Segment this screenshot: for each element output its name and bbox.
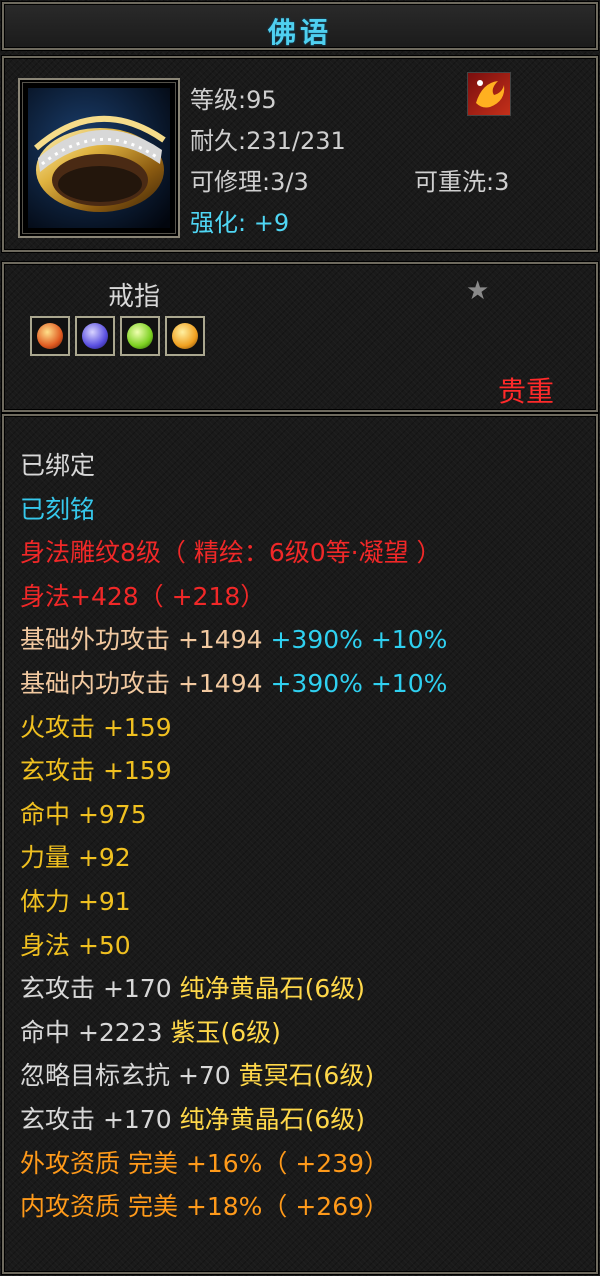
gem-slots xyxy=(30,316,205,356)
inner-attack-pct: +390% xyxy=(262,668,363,698)
stat-line: 火攻击 +159 xyxy=(20,712,172,742)
enhance-stat: 强化: +9 xyxy=(190,209,290,237)
phoenix-badge-icon xyxy=(467,72,511,116)
gem-stat: 玄攻击 +170 xyxy=(20,974,180,1004)
gem-name: 纯净黄晶石(6级) xyxy=(179,1104,365,1134)
gem-name: 黄冥石(6级) xyxy=(238,1061,375,1091)
item-title: 佛语 xyxy=(267,16,332,49)
gem-stat: 命中 +2223 xyxy=(20,1017,171,1047)
agility-total-line: 身法+428（ +218） xyxy=(20,581,266,611)
rewash-stat: 可重洗:3 xyxy=(414,168,510,196)
gem-stat-line: 玄攻击 +170 纯净黄晶石(6级) xyxy=(20,967,447,1011)
outer-attack-line: 基础外功攻击 +1494 +390% +10% xyxy=(20,618,447,662)
item-tooltip: 佛语 等级:95 耐久:231/231 可修理:3/3 可重洗:3 强化: +9… xyxy=(0,0,600,1276)
gem-stat-line: 玄攻击 +170 纯净黄晶石(6级) xyxy=(20,1098,447,1142)
item-type-panel: 戒指 ★ 贵重 xyxy=(2,262,598,412)
golden-ring-icon xyxy=(18,78,180,238)
gem-slot-1[interactable] xyxy=(30,316,70,356)
gem-slot-3[interactable] xyxy=(120,316,160,356)
gem-stat-line: 命中 +2223 紫玉(6级) xyxy=(20,1011,447,1055)
engraved-status: 已刻铭 xyxy=(20,494,96,524)
bound-status: 已绑定 xyxy=(20,451,96,480)
gem-slot-2[interactable] xyxy=(75,316,115,356)
stat-line: 玄攻击 +159 xyxy=(20,756,172,786)
item-type-label: 戒指 xyxy=(108,282,161,312)
attributes-panel: 已绑定 已刻铭 身法雕纹8级（ 精绘：6级0等·凝望 ） 身法+428（ +21… xyxy=(2,414,598,1274)
outer-attack-label: 基础外功攻击 +1494 xyxy=(20,625,263,655)
aptitude-line: 内攻资质 完美 +18%（ +269） xyxy=(20,1192,390,1222)
stat-line: 力量 +92 xyxy=(20,843,131,873)
carving-line: 身法雕纹8级（ 精绘：6级0等·凝望 ） xyxy=(20,538,442,568)
rarity-label: 贵重 xyxy=(498,375,555,408)
aptitude-line: 外攻资质 完美 +16%（ +239） xyxy=(20,1148,390,1178)
gem-name: 纯净黄晶石(6级) xyxy=(179,974,365,1004)
inner-attack-line: 基础内功攻击 +1494 +390% +10% xyxy=(20,662,447,706)
item-summary-panel: 等级:95 耐久:231/231 可修理:3/3 可重洗:3 强化: +9 xyxy=(2,56,598,252)
attribute-list: 已绑定 已刻铭 身法雕纹8级（ 精绘：6级0等·凝望 ） 身法+428（ +21… xyxy=(20,444,447,1229)
outer-attack-pct: +390% xyxy=(262,625,363,655)
gem-stat: 忽略目标玄抗 +70 xyxy=(20,1061,239,1091)
outer-attack-extra: +10% xyxy=(362,625,448,655)
gem-name: 紫玉(6级) xyxy=(170,1017,281,1047)
stat-line: 身法 +50 xyxy=(20,930,131,960)
level-stat: 等级:95 xyxy=(190,86,277,114)
star-icon: ★ xyxy=(466,276,490,306)
gem-stat-line: 忽略目标玄抗 +70 黄冥石(6级) xyxy=(20,1054,447,1098)
inner-attack-label: 基础内功攻击 +1494 xyxy=(20,668,263,698)
stat-line: 体力 +91 xyxy=(20,886,131,916)
gem-slot-4[interactable] xyxy=(165,316,205,356)
stat-line: 命中 +975 xyxy=(20,799,147,829)
repair-stat: 可修理:3/3 xyxy=(190,168,309,196)
gem-stat: 玄攻击 +170 xyxy=(20,1104,180,1134)
durability-stat: 耐久:231/231 xyxy=(190,127,346,155)
inner-attack-extra: +10% xyxy=(362,668,448,698)
title-bar: 佛语 xyxy=(2,2,598,50)
